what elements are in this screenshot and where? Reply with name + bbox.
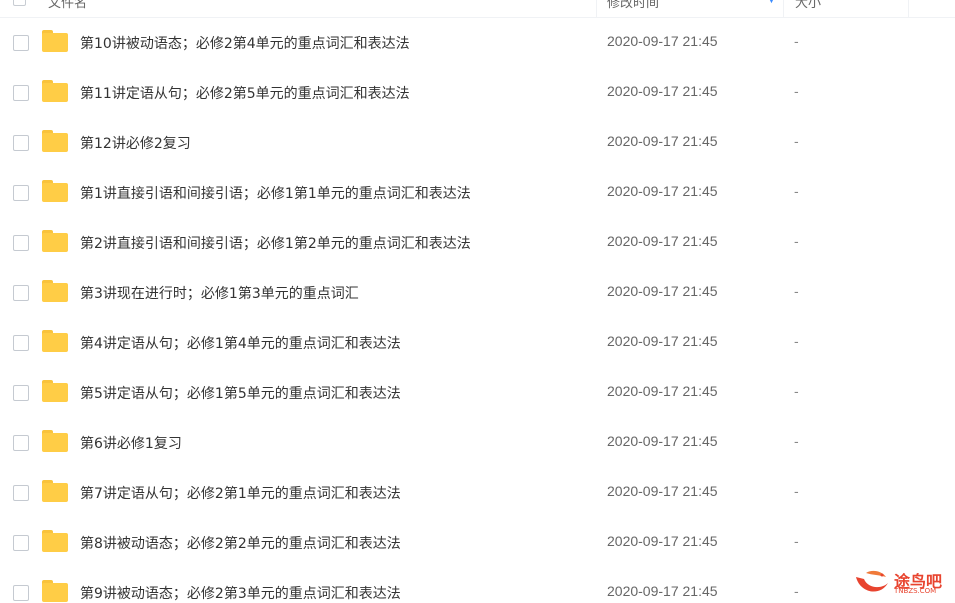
row-checkbox[interactable] xyxy=(13,235,29,251)
row-checkbox[interactable] xyxy=(13,85,29,101)
folder-icon xyxy=(42,80,68,102)
folder-icon xyxy=(42,580,68,602)
bird-logo-icon xyxy=(856,570,888,592)
table-row[interactable]: 第7讲定语从句；必修2第1单元的重点词汇和表达法 2020-09-17 21:4… xyxy=(0,467,955,517)
modified-time: 2020-09-17 21:45 xyxy=(607,133,718,149)
folder-icon xyxy=(42,430,68,452)
table-row[interactable]: 第11讲定语从句；必修2第5单元的重点词汇和表达法 2020-09-17 21:… xyxy=(0,67,955,117)
watermark-logo: 途鸟吧 TNBZS.COM xyxy=(852,565,952,601)
sort-down-icon[interactable]: ▼ xyxy=(767,0,776,5)
folder-icon xyxy=(42,130,68,152)
table-row[interactable]: 第4讲定语从句；必修1第4单元的重点词汇和表达法 2020-09-17 21:4… xyxy=(0,317,955,367)
row-checkbox[interactable] xyxy=(13,585,29,601)
column-header-size[interactable]: 大小 xyxy=(783,0,909,17)
row-checkbox[interactable] xyxy=(13,385,29,401)
modified-time: 2020-09-17 21:45 xyxy=(607,83,718,99)
folder-icon xyxy=(42,480,68,502)
file-size: - xyxy=(794,533,799,549)
table-row[interactable]: 第3讲现在进行时；必修1第3单元的重点词汇 2020-09-17 21:45 - xyxy=(0,267,955,317)
file-size: - xyxy=(794,183,799,199)
file-size: - xyxy=(794,583,799,599)
folder-icon xyxy=(42,330,68,352)
table-row[interactable]: 第12讲必修2复习 2020-09-17 21:45 - xyxy=(0,117,955,167)
table-row[interactable]: 第1讲直接引语和间接引语；必修1第1单元的重点词汇和表达法 2020-09-17… xyxy=(0,167,955,217)
table-row[interactable]: 第6讲必修1复习 2020-09-17 21:45 - xyxy=(0,417,955,467)
column-header-time-label: 修改时间 xyxy=(607,0,660,10)
file-list: 文件名 修改时间 ▼ 大小 第10讲被动语态；必修2第4单元的重点词汇和表达法 … xyxy=(0,0,955,603)
modified-time: 2020-09-17 21:45 xyxy=(607,533,718,549)
file-name[interactable]: 第5讲定语从句；必修1第5单元的重点词汇和表达法 xyxy=(80,383,401,403)
row-checkbox[interactable] xyxy=(13,285,29,301)
watermark-subtext: TNBZS.COM xyxy=(894,587,937,595)
folder-icon xyxy=(42,380,68,402)
folder-icon xyxy=(42,530,68,552)
row-checkbox[interactable] xyxy=(13,135,29,151)
file-size: - xyxy=(794,383,799,399)
row-checkbox[interactable] xyxy=(13,535,29,551)
file-size: - xyxy=(794,283,799,299)
file-name[interactable]: 第6讲必修1复习 xyxy=(80,433,182,453)
file-name[interactable]: 第9讲被动语态；必修2第3单元的重点词汇和表达法 xyxy=(80,583,401,603)
modified-time: 2020-09-17 21:45 xyxy=(607,183,718,199)
file-name[interactable]: 第3讲现在进行时；必修1第3单元的重点词汇 xyxy=(80,283,359,303)
folder-icon xyxy=(42,280,68,302)
column-header-time[interactable]: 修改时间 ▼ xyxy=(596,0,783,17)
file-size: - xyxy=(794,233,799,249)
file-name[interactable]: 第11讲定语从句；必修2第5单元的重点词汇和表达法 xyxy=(80,83,410,103)
file-size: - xyxy=(794,333,799,349)
row-checkbox[interactable] xyxy=(13,335,29,351)
table-row[interactable]: 第10讲被动语态；必修2第4单元的重点词汇和表达法 2020-09-17 21:… xyxy=(0,17,955,67)
file-size: - xyxy=(794,483,799,499)
folder-icon xyxy=(42,180,68,202)
file-name[interactable]: 第7讲定语从句；必修2第1单元的重点词汇和表达法 xyxy=(80,483,401,503)
table-row[interactable]: 第9讲被动语态；必修2第3单元的重点词汇和表达法 2020-09-17 21:4… xyxy=(0,567,955,603)
list-header: 文件名 修改时间 ▼ 大小 xyxy=(0,0,955,18)
table-row[interactable]: 第5讲定语从句；必修1第5单元的重点词汇和表达法 2020-09-17 21:4… xyxy=(0,367,955,417)
modified-time: 2020-09-17 21:45 xyxy=(607,383,718,399)
folder-icon xyxy=(42,230,68,252)
file-size: - xyxy=(794,33,799,49)
row-checkbox[interactable] xyxy=(13,185,29,201)
row-checkbox[interactable] xyxy=(13,35,29,51)
modified-time: 2020-09-17 21:45 xyxy=(607,583,718,599)
modified-time: 2020-09-17 21:45 xyxy=(607,433,718,449)
file-size: - xyxy=(794,133,799,149)
modified-time: 2020-09-17 21:45 xyxy=(607,483,718,499)
modified-time: 2020-09-17 21:45 xyxy=(607,233,718,249)
row-checkbox[interactable] xyxy=(13,435,29,451)
file-name[interactable]: 第2讲直接引语和间接引语；必修1第2单元的重点词汇和表达法 xyxy=(80,233,471,253)
file-name[interactable]: 第4讲定语从句；必修1第4单元的重点词汇和表达法 xyxy=(80,333,401,353)
modified-time: 2020-09-17 21:45 xyxy=(607,333,718,349)
file-name[interactable]: 第1讲直接引语和间接引语；必修1第1单元的重点词汇和表达法 xyxy=(80,183,471,203)
folder-icon xyxy=(42,30,68,52)
select-all-checkbox[interactable] xyxy=(13,0,26,6)
modified-time: 2020-09-17 21:45 xyxy=(607,33,718,49)
modified-time: 2020-09-17 21:45 xyxy=(607,283,718,299)
file-size: - xyxy=(794,83,799,99)
row-checkbox[interactable] xyxy=(13,485,29,501)
table-row[interactable]: 第8讲被动语态；必修2第2单元的重点词汇和表达法 2020-09-17 21:4… xyxy=(0,517,955,567)
file-name[interactable]: 第12讲必修2复习 xyxy=(80,133,191,153)
file-name[interactable]: 第10讲被动语态；必修2第4单元的重点词汇和表达法 xyxy=(80,33,410,53)
table-row[interactable]: 第2讲直接引语和间接引语；必修1第2单元的重点词汇和表达法 2020-09-17… xyxy=(0,217,955,267)
column-header-name[interactable]: 文件名 xyxy=(48,0,87,11)
column-header-spacer xyxy=(908,0,955,17)
column-header-size-label: 大小 xyxy=(795,0,822,10)
file-name[interactable]: 第8讲被动语态；必修2第2单元的重点词汇和表达法 xyxy=(80,533,401,553)
file-size: - xyxy=(794,433,799,449)
